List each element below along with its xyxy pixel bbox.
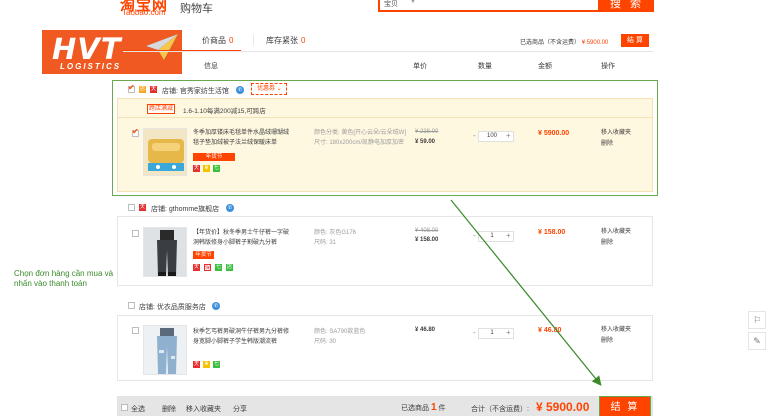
selected-count: 已选商品 1 件 <box>401 402 446 413</box>
delete-selected-link[interactable]: 删除 <box>162 404 176 414</box>
annotation-arrow <box>450 199 602 386</box>
share-link[interactable]: 分享 <box>233 404 247 414</box>
feedback-icon[interactable]: ⚐ <box>748 311 766 329</box>
select-all-label[interactable]: 全选 <box>131 404 145 414</box>
move-selected-to-favorites-link[interactable]: 移入收藏夹 <box>186 404 221 414</box>
select-all-checkbox[interactable] <box>121 404 128 411</box>
checkout-button[interactable]: 结 算 <box>599 396 651 416</box>
total-amount: ¥ 5900.00 <box>536 400 590 414</box>
edit-icon[interactable]: ✎ <box>748 332 766 350</box>
total-label: 合计（不含运费）: <box>471 406 529 413</box>
